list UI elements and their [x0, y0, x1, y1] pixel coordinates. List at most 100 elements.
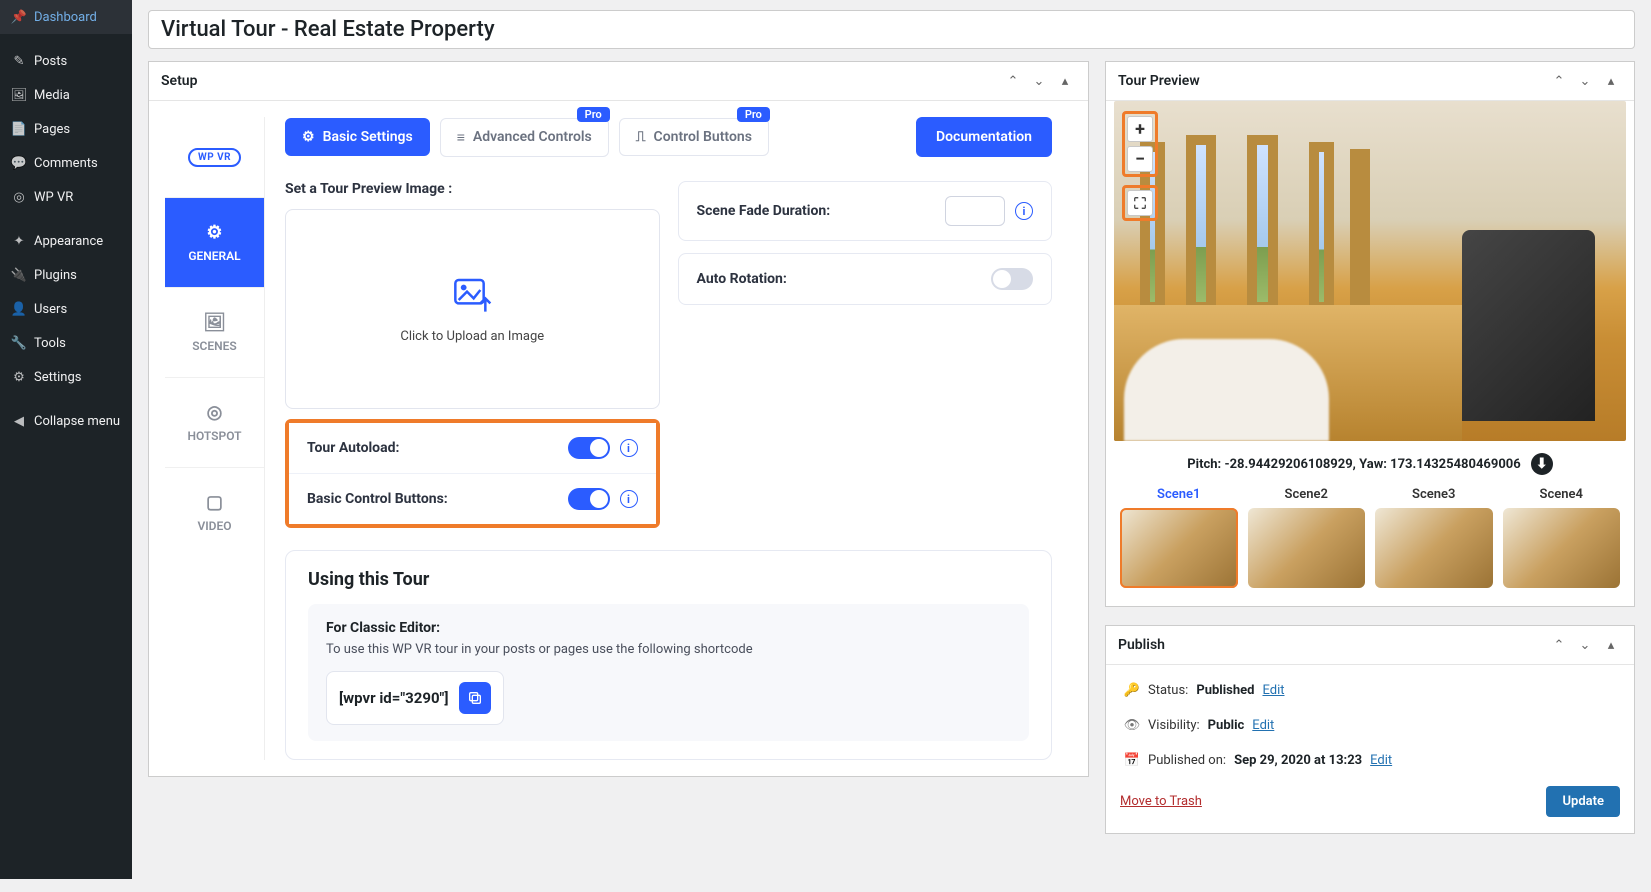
- copy-icon: [467, 690, 483, 706]
- side-tab-scenes[interactable]: 🖼 SCENES: [165, 287, 264, 377]
- calendar-icon: 📅: [1124, 753, 1140, 768]
- wp-admin-sidebar: 📌Dashboard ✎Posts 🖼Media 📄Pages 💬Comment…: [0, 0, 132, 879]
- pin-icon: 📌: [10, 8, 28, 26]
- scene-fade-label: Scene Fade Duration:: [697, 203, 831, 219]
- sliders-icon: ≡: [457, 129, 465, 146]
- using-title: Using this Tour: [308, 569, 1029, 590]
- pencil-icon: ✎: [10, 52, 28, 70]
- gear-icon: ⚙: [10, 368, 28, 386]
- basic-controls-toggle[interactable]: [568, 488, 610, 510]
- basic-controls-label: Basic Control Buttons:: [307, 491, 448, 507]
- controls-icon: ⎍: [636, 129, 646, 145]
- target-icon: ◎: [207, 402, 223, 423]
- shortcode-chip: [wpvr id="3290"]: [326, 671, 504, 725]
- side-tabs: WP VR ⚙ GENERAL 🖼 SCENES ◎: [165, 117, 265, 760]
- menu-comments[interactable]: 💬Comments: [0, 146, 132, 180]
- upload-icon: [452, 275, 492, 315]
- panel-collapse-icon[interactable]: ▴: [1600, 70, 1622, 92]
- scene-thumb-1[interactable]: Scene1: [1120, 487, 1238, 588]
- gear-icon: ⚙: [206, 222, 222, 243]
- pro-badge: Pro: [737, 107, 770, 122]
- edit-date-link[interactable]: Edit: [1370, 753, 1392, 768]
- move-to-trash-link[interactable]: Move to Trash: [1120, 794, 1202, 809]
- page-title[interactable]: Virtual Tour - Real Estate Property: [148, 10, 1635, 49]
- menu-appearance[interactable]: ✦Appearance: [0, 224, 132, 258]
- gear-icon: ⚙: [302, 129, 315, 145]
- panel-up-icon[interactable]: ⌃: [1002, 70, 1024, 92]
- preview-title: Tour Preview: [1118, 73, 1200, 89]
- key-icon: 🔑: [1124, 683, 1140, 698]
- info-icon[interactable]: i: [620, 439, 638, 457]
- tab-control-buttons[interactable]: Pro ⎍ Control Buttons: [619, 118, 769, 156]
- publish-panel: Publish ⌃ ⌄ ▴ 🔑 Status: Published Edit: [1105, 625, 1635, 834]
- menu-pages[interactable]: 📄Pages: [0, 112, 132, 146]
- side-tab-general[interactable]: ⚙ GENERAL: [165, 197, 264, 287]
- info-icon[interactable]: i: [1015, 202, 1033, 220]
- menu-collapse[interactable]: ◀Collapse menu: [0, 404, 132, 438]
- scene-thumb-4[interactable]: Scene4: [1503, 487, 1621, 588]
- side-tab-hotspot[interactable]: ◎ HOTSPOT: [165, 377, 264, 467]
- auto-rotation-toggle[interactable]: [991, 268, 1033, 290]
- menu-plugins[interactable]: 🔌Plugins: [0, 258, 132, 292]
- status-value: Published: [1196, 683, 1254, 698]
- menu-media[interactable]: 🖼Media: [0, 78, 132, 112]
- setup-title: Setup: [161, 73, 197, 89]
- panel-up-icon[interactable]: ⌃: [1548, 634, 1570, 656]
- upload-caption: Click to Upload an Image: [400, 329, 544, 344]
- setup-panel: Setup ⌃ ⌄ ▴ WP VR: [148, 61, 1089, 777]
- tour-autoload-toggle[interactable]: [568, 437, 610, 459]
- menu-wpvr[interactable]: ◎WP VR: [0, 180, 132, 214]
- fullscreen-icon: [1133, 196, 1147, 210]
- classic-editor-sub: To use this WP VR tour in your posts or …: [326, 642, 1011, 657]
- fullscreen-highlight: [1122, 185, 1158, 221]
- edit-visibility-link[interactable]: Edit: [1252, 718, 1274, 733]
- panel-collapse-icon[interactable]: ▴: [1054, 70, 1076, 92]
- menu-posts[interactable]: ✎Posts: [0, 44, 132, 78]
- video-icon: ▢: [206, 492, 223, 513]
- menu-users[interactable]: 👤Users: [0, 292, 132, 326]
- edit-status-link[interactable]: Edit: [1262, 683, 1284, 698]
- scene-thumb-2[interactable]: Scene2: [1248, 487, 1366, 588]
- documentation-button[interactable]: Documentation: [916, 117, 1052, 157]
- copy-shortcode-button[interactable]: [459, 682, 491, 714]
- page-icon: 📄: [10, 120, 28, 138]
- update-button[interactable]: Update: [1546, 786, 1620, 817]
- wpvr-logo: WP VR: [165, 117, 264, 197]
- highlighted-settings: Tour Autoload: i Basic Control Buttons:: [285, 419, 660, 528]
- menu-dashboard[interactable]: 📌Dashboard: [0, 0, 132, 34]
- menu-tools[interactable]: 🔧Tools: [0, 326, 132, 360]
- side-tab-video[interactable]: ▢ VIDEO: [165, 467, 264, 557]
- pro-badge: Pro: [577, 107, 610, 122]
- panel-collapse-icon[interactable]: ▴: [1600, 634, 1622, 656]
- tour-autoload-label: Tour Autoload:: [307, 440, 399, 456]
- zoom-out-button[interactable]: −: [1127, 146, 1153, 172]
- publish-title: Publish: [1118, 637, 1165, 653]
- user-icon: 👤: [10, 300, 28, 318]
- comment-icon: 💬: [10, 154, 28, 172]
- classic-editor-heading: For Classic Editor:: [326, 620, 1011, 636]
- panel-down-icon[interactable]: ⌄: [1574, 70, 1596, 92]
- download-icon[interactable]: ⬇: [1531, 453, 1553, 475]
- panel-down-icon[interactable]: ⌄: [1574, 634, 1596, 656]
- panorama-view[interactable]: + −: [1114, 101, 1626, 441]
- tab-basic-settings[interactable]: ⚙ Basic Settings: [285, 118, 430, 156]
- collapse-icon: ◀: [10, 412, 28, 430]
- scene-thumb-3[interactable]: Scene3: [1375, 487, 1493, 588]
- preview-image-label: Set a Tour Preview Image :: [285, 181, 660, 197]
- image-icon: 🖼: [203, 312, 226, 333]
- scene-fade-input[interactable]: [945, 196, 1005, 226]
- zoom-in-button[interactable]: +: [1127, 116, 1153, 142]
- menu-settings[interactable]: ⚙Settings: [0, 360, 132, 394]
- wrench-icon: 🔧: [10, 334, 28, 352]
- panel-up-icon[interactable]: ⌃: [1548, 70, 1570, 92]
- info-icon[interactable]: i: [620, 490, 638, 508]
- zoom-controls-highlight: + −: [1122, 111, 1158, 177]
- panel-down-icon[interactable]: ⌄: [1028, 70, 1050, 92]
- tab-advanced-controls[interactable]: Pro ≡ Advanced Controls: [440, 118, 609, 157]
- visibility-value: Public: [1208, 718, 1245, 733]
- upload-image-box[interactable]: Click to Upload an Image: [285, 209, 660, 409]
- vr-icon: ◎: [10, 188, 28, 206]
- auto-rotation-label: Auto Rotation:: [697, 271, 787, 287]
- published-value: Sep 29, 2020 at 13:23: [1234, 753, 1362, 768]
- fullscreen-button[interactable]: [1127, 190, 1153, 216]
